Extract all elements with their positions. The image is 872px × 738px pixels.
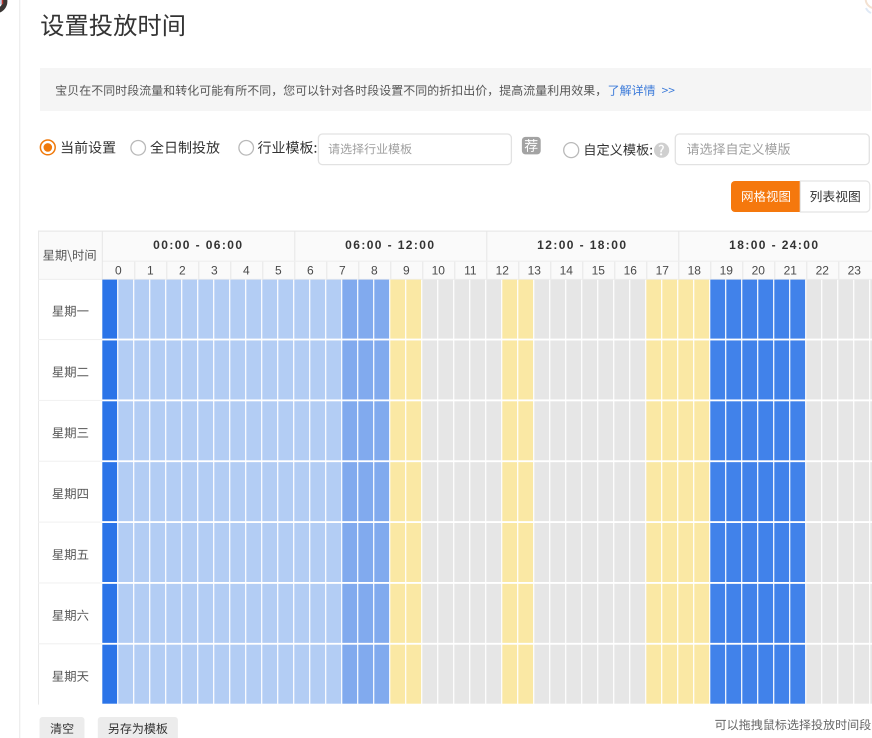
svg-text:12:00 - 18:00: 12:00 - 18:00: [537, 238, 627, 252]
svg-text:15: 15: [592, 264, 606, 278]
svg-text:4: 4: [243, 264, 250, 278]
svg-text:19: 19: [720, 264, 734, 278]
svg-text:17: 17: [656, 264, 670, 278]
svg-text:6: 6: [307, 264, 314, 278]
svg-text:10: 10: [432, 264, 446, 278]
svg-text:00:00 - 06:00: 00:00 - 06:00: [153, 238, 243, 252]
svg-text:11: 11: [464, 264, 477, 278]
svg-text:06:00 - 12:00: 06:00 - 12:00: [345, 238, 435, 252]
svg-text:2: 2: [179, 264, 186, 278]
svg-text:1: 1: [147, 264, 154, 278]
svg-text:5: 5: [275, 264, 282, 278]
svg-text:20: 20: [752, 264, 766, 278]
svg-text:7: 7: [339, 264, 346, 278]
svg-text:18: 18: [688, 264, 702, 278]
svg-text:18:00 - 24:00: 18:00 - 24:00: [729, 238, 819, 252]
svg-text:13: 13: [528, 264, 542, 278]
svg-text:0: 0: [115, 264, 122, 278]
svg-text:9: 9: [403, 264, 410, 278]
svg-text:23: 23: [848, 264, 862, 278]
svg-text:12: 12: [496, 264, 510, 278]
svg-text:16: 16: [624, 264, 638, 278]
svg-text:14: 14: [560, 264, 574, 278]
svg-text:21: 21: [784, 264, 798, 278]
svg-text:3: 3: [211, 264, 218, 278]
svg-text:8: 8: [371, 264, 378, 278]
svg-text:22: 22: [816, 264, 830, 278]
